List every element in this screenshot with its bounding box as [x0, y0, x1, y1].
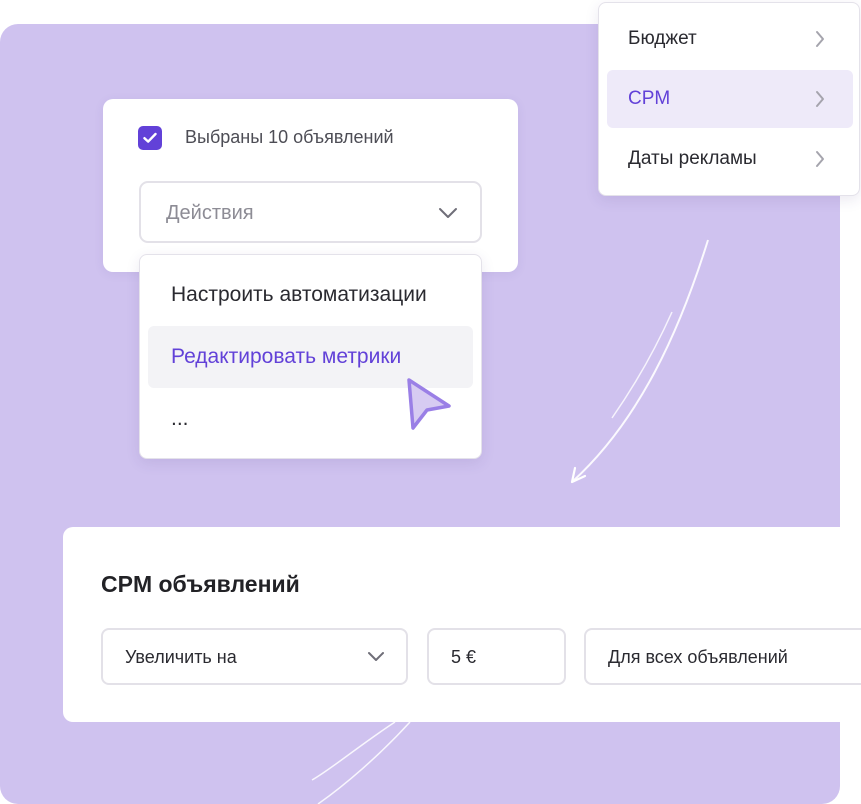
chevron-right-icon: [816, 91, 824, 107]
scope-value: Для всех объявлений: [608, 647, 788, 667]
category-item-label: Даты рекламы: [628, 148, 757, 169]
cursor-pointer-icon: [407, 378, 451, 430]
menu-item-setup-automations[interactable]: Настроить автоматизации: [148, 264, 473, 326]
amount-value: 5 €: [451, 647, 477, 667]
operation-value: Увеличить на: [125, 647, 237, 667]
chevron-down-icon: [439, 208, 457, 218]
operation-select[interactable]: Увеличить на: [101, 628, 408, 685]
menu-item-label: Редактировать метрики: [171, 345, 402, 368]
category-item-ad-dates[interactable]: Даты рекламы: [607, 130, 853, 188]
scope-select[interactable]: Для всех объявлений: [584, 628, 861, 685]
actions-select[interactable]: Действия: [139, 181, 482, 243]
amount-input[interactable]: 5 €: [427, 628, 566, 685]
cpm-edit-panel: CPM объявлений Увеличить на 5 € Для всех…: [63, 527, 861, 722]
category-item-label: Бюджет: [628, 28, 697, 49]
check-icon: [143, 132, 157, 143]
selection-card: Выбраны 10 объявлений Действия: [103, 99, 518, 272]
chevron-right-icon: [816, 31, 824, 47]
category-item-cpm[interactable]: CPM: [607, 70, 853, 128]
menu-item-label: ...: [171, 407, 189, 430]
chevron-right-icon: [816, 151, 824, 167]
select-all-checkbox[interactable]: [138, 126, 162, 150]
selected-count-label: Выбраны 10 объявлений: [185, 127, 394, 147]
chevron-down-icon: [368, 652, 384, 661]
metric-category-menu: Бюджет CPM Даты рекламы: [598, 2, 860, 196]
category-item-budget[interactable]: Бюджет: [607, 10, 853, 68]
panel-title: CPM объявлений: [101, 571, 300, 597]
menu-item-label: Настроить автоматизации: [171, 283, 427, 306]
actions-placeholder: Действия: [166, 202, 254, 224]
category-item-label: CPM: [628, 88, 671, 109]
